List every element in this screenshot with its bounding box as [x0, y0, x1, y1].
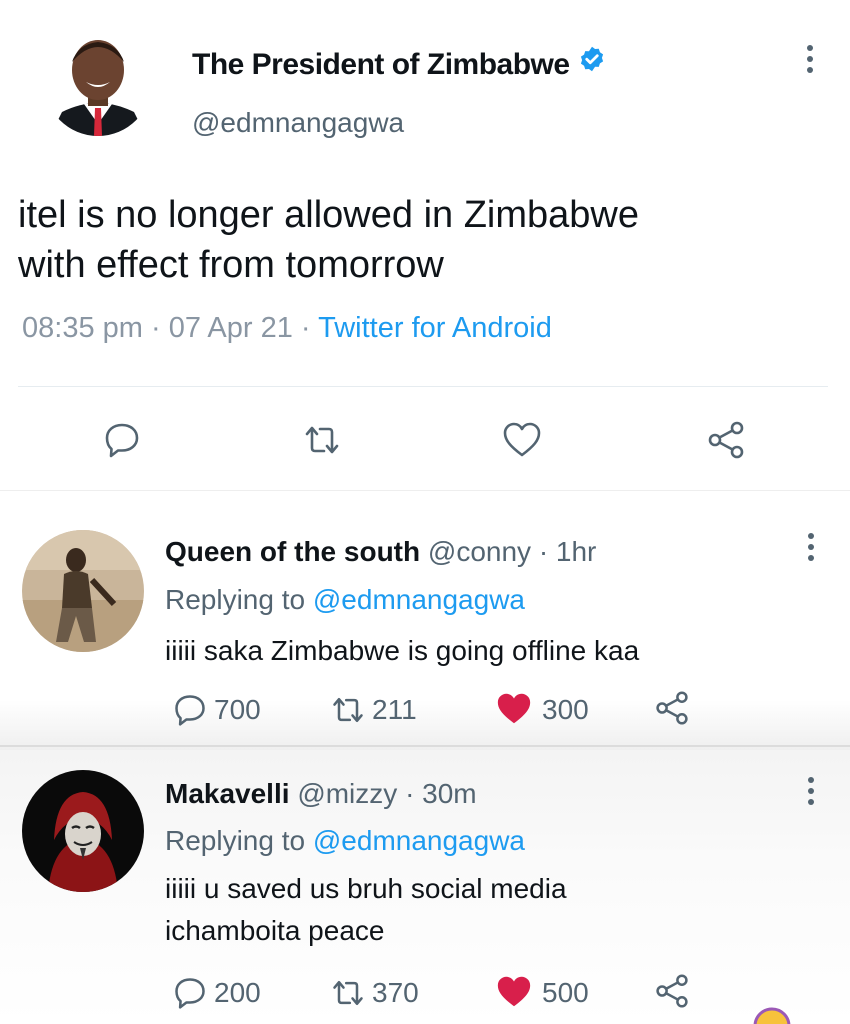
retweet-count: 211 — [372, 694, 417, 725]
replying-to-handle[interactable]: @edmnangagwa — [313, 825, 525, 856]
reply-count: 700 — [214, 694, 261, 725]
emoji-icon — [752, 1006, 792, 1024]
reply-author-handle[interactable]: @mizzy — [297, 778, 397, 809]
author-avatar[interactable] — [44, 28, 152, 136]
divider — [18, 386, 828, 387]
reply-time: · 1hr — [538, 536, 597, 567]
tweet-text-line: with effect from tomorrow — [18, 244, 444, 286]
more-options-icon[interactable] — [808, 777, 816, 810]
author-handle[interactable]: @edmnangagwa — [192, 107, 404, 139]
more-options-icon[interactable] — [807, 45, 815, 78]
like-count: 300 — [542, 694, 589, 725]
retweet-icon[interactable] — [328, 692, 368, 733]
divider — [0, 490, 850, 491]
more-options-icon[interactable] — [808, 533, 816, 566]
liked-heart-icon[interactable] — [494, 973, 534, 1016]
reply-icon[interactable] — [172, 692, 208, 733]
reply-header: Queen of the south @conny · 1hr — [165, 536, 596, 568]
reply-icon[interactable] — [172, 975, 208, 1016]
reply-text-line: iiiii saka Zimbabwe is going offline kaa — [165, 635, 640, 666]
tweet-time: 08:35 pm — [22, 312, 143, 344]
reply-author-name[interactable]: Queen of the south — [165, 536, 420, 567]
like-icon[interactable] — [502, 420, 542, 460]
reply-avatar[interactable] — [22, 770, 144, 892]
replying-to: Replying to @edmnangagwa — [165, 584, 525, 616]
reply-icon[interactable] — [102, 420, 142, 460]
reply-time: · 30m — [405, 778, 477, 809]
reply-text: iiiii saka Zimbabwe is going offline kaa — [165, 630, 639, 672]
divider — [0, 745, 850, 747]
like-count: 500 — [542, 977, 589, 1008]
replying-to-label: Replying to — [165, 825, 313, 856]
author-name[interactable]: The President of Zimbabwe — [192, 45, 606, 82]
tweet-date[interactable]: 07 Apr 21 — [169, 312, 293, 344]
reply-text: iiiii u saved us bruh social media icham… — [165, 868, 567, 952]
share-icon[interactable] — [654, 973, 690, 1014]
background-shade — [0, 700, 850, 750]
share-icon[interactable] — [706, 420, 746, 460]
liked-heart-icon[interactable] — [494, 690, 534, 733]
tweet-meta: 08:35 pm · 07 Apr 21 · Twitter for Andro… — [22, 312, 552, 345]
retweet-icon[interactable] — [302, 420, 342, 460]
tweet-source[interactable]: Twitter for Android — [318, 312, 552, 344]
tweet-text-line: itel is no longer allowed in Zimbabwe — [18, 194, 639, 236]
author-name-text[interactable]: The President of Zimbabwe — [192, 48, 570, 81]
reply-text-line: ichamboita peace — [165, 915, 385, 946]
reply-avatar[interactable] — [22, 530, 144, 652]
meta-separator: · — [292, 312, 319, 344]
verified-badge-icon — [578, 45, 606, 81]
replying-to: Replying to @edmnangagwa — [165, 825, 525, 857]
meta-separator: · — [142, 312, 169, 344]
retweet-icon[interactable] — [328, 975, 368, 1016]
replying-to-handle[interactable]: @edmnangagwa — [313, 584, 525, 615]
reply-author-name[interactable]: Makavelli — [165, 778, 290, 809]
replying-to-label: Replying to — [165, 584, 313, 615]
retweet-count: 370 — [372, 977, 419, 1008]
tweet-text: itel is no longer allowed in Zimbabwe wi… — [18, 190, 818, 290]
reply-count: 200 — [214, 977, 261, 1008]
reply-header: Makavelli @mizzy · 30m — [165, 778, 477, 810]
reply-text-line: iiiii u saved us bruh social media — [165, 873, 567, 904]
reply-author-handle[interactable]: @conny — [428, 536, 531, 567]
share-icon[interactable] — [654, 690, 690, 731]
